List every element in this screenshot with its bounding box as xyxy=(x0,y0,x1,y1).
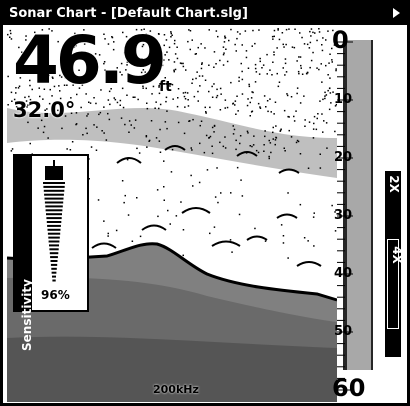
sensitivity-step xyxy=(43,185,65,188)
zoom-2x-label: 2X xyxy=(386,175,401,193)
temperature-readout: 32.0° xyxy=(13,98,76,122)
sensitivity-step xyxy=(50,256,58,259)
depth-unit: ft xyxy=(159,79,172,95)
depth-readout: 46.9 xyxy=(13,28,167,99)
sensitivity-label: Sensitivity xyxy=(20,279,34,351)
sensitivity-step xyxy=(52,275,56,278)
sensitivity-step xyxy=(45,205,63,208)
sensitivity-step xyxy=(47,224,61,227)
depth-scale-label: 40 xyxy=(334,266,353,281)
sensitivity-step xyxy=(48,236,60,239)
sensitivity-step xyxy=(46,213,62,216)
sensitivity-step xyxy=(49,248,59,251)
sensitivity-step xyxy=(44,201,64,204)
zoom-4x-button[interactable]: 4X xyxy=(387,239,404,329)
sensitivity-step xyxy=(47,228,61,231)
sensitivity-slider-icon[interactable] xyxy=(35,160,85,284)
sensitivity-step xyxy=(52,279,56,282)
sensitivity-step xyxy=(51,267,57,270)
sensitivity-label-bar: Sensitivity xyxy=(15,156,34,351)
sensitivity-step xyxy=(49,244,59,247)
depth-scale-label: 60 xyxy=(332,374,366,402)
sensitivity-step xyxy=(44,193,64,196)
depth-scale-label: 10 xyxy=(334,92,353,107)
sensitivity-step xyxy=(48,240,60,243)
sensitivity-step xyxy=(43,182,65,184)
sensitivity-step xyxy=(50,263,58,266)
depth-scale-label: 30 xyxy=(334,208,353,223)
zoom-bar: 2X 4X xyxy=(385,171,404,357)
depth-scale-label: 50 xyxy=(334,324,353,339)
sensitivity-panel: Sensitivity 96% xyxy=(13,154,89,351)
sensitivity-step xyxy=(47,232,61,235)
sensitivity-step xyxy=(44,197,64,200)
frequency-label: 200kHz xyxy=(153,383,199,396)
depth-scale-label: 0 xyxy=(332,28,349,54)
sensitivity-step xyxy=(46,217,62,220)
sensitivity-step xyxy=(49,252,59,255)
zoom-2x-button[interactable]: 2X xyxy=(385,175,401,217)
sensitivity-step xyxy=(43,189,65,192)
triangle-right-icon[interactable] xyxy=(389,6,403,20)
zoom-4x-label: 4X xyxy=(389,246,404,264)
title-bar: Sonar Chart - [Default Chart.slg] xyxy=(3,3,407,25)
sonar-window: Sonar Chart - [Default Chart.slg] 46.9 f… xyxy=(0,0,410,406)
sensitivity-step xyxy=(51,271,57,274)
window-title: Sonar Chart - [Default Chart.slg] xyxy=(9,6,248,21)
sensitivity-value: 96% xyxy=(41,288,70,302)
sonar-display: 46.9 ft 32.0° Sensitivity 96% 0 10 20 30 40 5… xyxy=(7,28,379,402)
sensitivity-step xyxy=(50,260,58,262)
depth-scale-label: 20 xyxy=(334,150,353,165)
sensitivity-step xyxy=(45,209,63,212)
sensitivity-step xyxy=(46,221,62,223)
